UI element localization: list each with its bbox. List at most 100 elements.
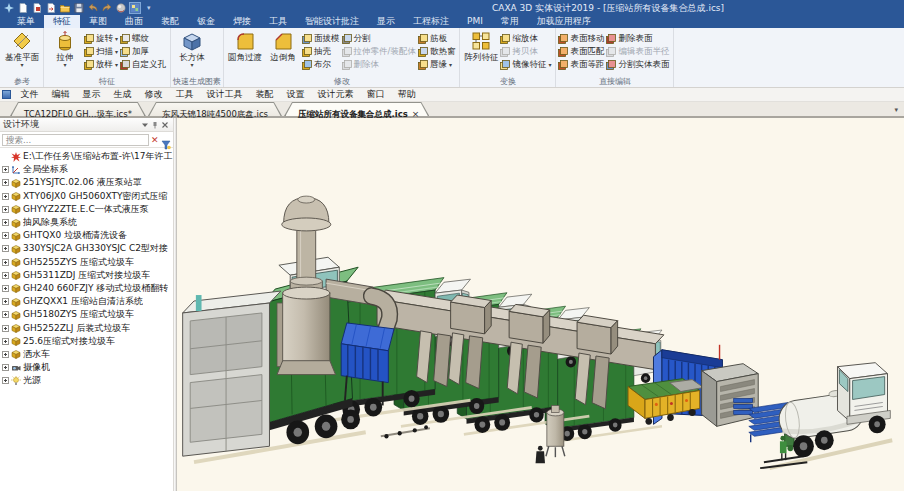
expander-icon[interactable] [2, 193, 9, 200]
expander-icon[interactable] [2, 259, 9, 266]
ribbon-button[interactable]: 拉伸零件/装配体 [342, 45, 416, 58]
tree-item[interactable]: GHZQXX1 压缩站自清洁系统 [2, 295, 173, 308]
equipment-cabinet[interactable] [701, 364, 758, 427]
ribbon-button[interactable]: 螺纹 [120, 32, 166, 45]
ribbon-tab[interactable]: 草图 [80, 15, 116, 28]
tree-item[interactable]: E:\工作任务\压缩站布置-许\17年许工 [2, 150, 173, 163]
collapse-caret-icon[interactable] [140, 120, 150, 130]
search-clear-icon[interactable]: ✕ [151, 135, 159, 145]
small-tank[interactable] [545, 405, 564, 457]
import-file-icon[interactable] [46, 3, 56, 13]
close-icon[interactable] [160, 120, 170, 130]
menu-item[interactable]: 编辑 [45, 88, 76, 101]
ribbon-button[interactable]: 边倒角 [264, 29, 302, 62]
ribbon-button[interactable]: 基准平面▾ [3, 29, 41, 67]
viewport-3d-scene[interactable] [177, 118, 904, 491]
render-settings-icon[interactable] [116, 3, 126, 13]
ribbon-button[interactable]: 自定义孔 [120, 58, 166, 71]
ribbon-button[interactable]: 缩放体 [500, 32, 551, 45]
caxa-logo-icon[interactable] [4, 3, 14, 13]
menu-item[interactable]: 设计元素 [311, 88, 360, 101]
ribbon-button[interactable]: 布尔 [302, 58, 340, 71]
ribbon-button[interactable]: 表面等距 [558, 58, 604, 71]
ribbon-tab[interactable]: 智能设计批注 [296, 15, 368, 28]
ribbon-button[interactable]: 筋板 [418, 32, 456, 45]
ribbon-tab[interactable]: 加载应用程序 [528, 15, 600, 28]
filter-icon[interactable] [161, 135, 171, 145]
redo-icon[interactable] [102, 3, 112, 13]
ribbon-button[interactable]: 放样▾ [84, 58, 118, 71]
ribbon-tab[interactable]: 常用 [492, 15, 528, 28]
ribbon-button[interactable]: 散热窗 [418, 45, 456, 58]
ribbon-button[interactable]: 分割 [342, 32, 416, 45]
menu-item[interactable]: 设计工具 [200, 88, 249, 101]
expander-icon[interactable] [2, 311, 9, 318]
menu-item[interactable]: 帮助 [391, 88, 422, 101]
search-input[interactable]: 搜索... [2, 134, 149, 146]
expander-icon[interactable] [2, 338, 9, 345]
ribbon-button[interactable]: 抽壳 [302, 45, 340, 58]
ribbon-tab[interactable]: 工程标注 [404, 15, 458, 28]
ribbon-tab[interactable]: 菜单 [8, 15, 44, 28]
expander-icon[interactable] [2, 298, 9, 305]
ribbon-button[interactable]: 阵列特征 [462, 29, 500, 62]
tree-item[interactable]: GH240 660FZJY 移动式垃圾桶翻转 [2, 282, 173, 295]
pin-icon[interactable] [150, 120, 160, 130]
expander-icon[interactable] [2, 364, 9, 371]
undo-icon[interactable] [88, 3, 98, 13]
ribbon-tab[interactable]: 特征 [44, 15, 80, 28]
menu-item[interactable]: 修改 [138, 88, 169, 101]
window-menu-icon[interactable] [2, 90, 11, 99]
expander-icon[interactable] [2, 232, 9, 239]
tree-item[interactable]: 251YSJTC.02.06 液压泵站罩 [2, 176, 173, 189]
tree-item[interactable]: GH5180ZYS 压缩式垃圾车 [2, 308, 173, 321]
ribbon-tab[interactable]: 钣金 [188, 15, 224, 28]
worker-figure-1[interactable] [535, 446, 544, 463]
tree-item[interactable]: 光源 [2, 374, 173, 387]
ribbon-button[interactable]: 面拔模 [302, 32, 340, 45]
expander-icon[interactable] [2, 377, 9, 384]
expander-icon[interactable] [2, 179, 9, 186]
ribbon-tab[interactable]: 曲面 [116, 15, 152, 28]
menu-item[interactable]: 窗口 [360, 88, 391, 101]
ribbon-button[interactable]: 分割实体表面 [606, 58, 669, 71]
tree-item[interactable]: GH5311ZDJ 压缩式对接垃圾车 [2, 269, 173, 282]
design-library-icon[interactable] [130, 3, 140, 13]
tree-item[interactable]: GHYYZ2ZTE.E.C一体式液压泵 [2, 203, 173, 216]
ribbon-button[interactable]: 长方体▾ [173, 29, 211, 67]
open-folder-icon[interactable] [60, 3, 70, 13]
tree-item[interactable]: GHTQX0 垃圾桶清洗设备 [2, 229, 173, 242]
document-tab[interactable]: 东风天锦18吨4500底盘.ics [148, 102, 282, 116]
expander-icon[interactable] [2, 166, 9, 173]
ribbon-button[interactable]: 拉伸▾ [46, 29, 84, 67]
open-example-icon[interactable] [32, 3, 42, 13]
ribbon-tab[interactable]: 焊接 [224, 15, 260, 28]
expander-icon[interactable] [2, 219, 9, 226]
viewport-3d[interactable] [177, 118, 904, 491]
ribbon-tab[interactable]: 工具 [260, 15, 296, 28]
expander-icon[interactable] [2, 351, 9, 358]
expander-icon[interactable] [2, 206, 9, 213]
tree-item[interactable]: 全局坐标系 [2, 163, 173, 176]
ribbon-tab[interactable]: 显示 [368, 15, 404, 28]
ribbon-button[interactable]: 删除体 [342, 58, 416, 71]
expander-icon[interactable] [2, 272, 9, 279]
menu-item[interactable]: 装配 [249, 88, 280, 101]
toolbar-overflow-icon[interactable]: ▾ [147, 4, 151, 12]
ribbon-button[interactable]: 加厚 [120, 45, 166, 58]
ribbon-button[interactable]: 圆角过渡 [226, 29, 264, 62]
yellow-flatbed[interactable] [628, 379, 703, 425]
tree-item[interactable]: GH5252ZLJ 后装式垃圾车 [2, 321, 173, 334]
tree-item[interactable]: 抽风除臭系统 [2, 216, 173, 229]
expander-icon[interactable] [2, 325, 9, 332]
ribbon-button[interactable]: 编辑表面半径 [606, 45, 669, 58]
menu-item[interactable]: 显示 [76, 88, 107, 101]
ribbon-button[interactable]: 镜像特征▾ [500, 58, 551, 71]
ribbon-button[interactable]: 旋转▾ [84, 32, 118, 45]
tree-item[interactable]: 摄像机 [2, 361, 173, 374]
tree-item[interactable]: 洒水车 [2, 348, 173, 361]
ribbon-button[interactable]: 唇缘▾ [418, 58, 456, 71]
ribbon-button[interactable]: 表面移动 [558, 32, 604, 45]
ribbon-tab[interactable]: PMI [458, 15, 492, 28]
menu-item[interactable]: 文件 [14, 88, 45, 101]
